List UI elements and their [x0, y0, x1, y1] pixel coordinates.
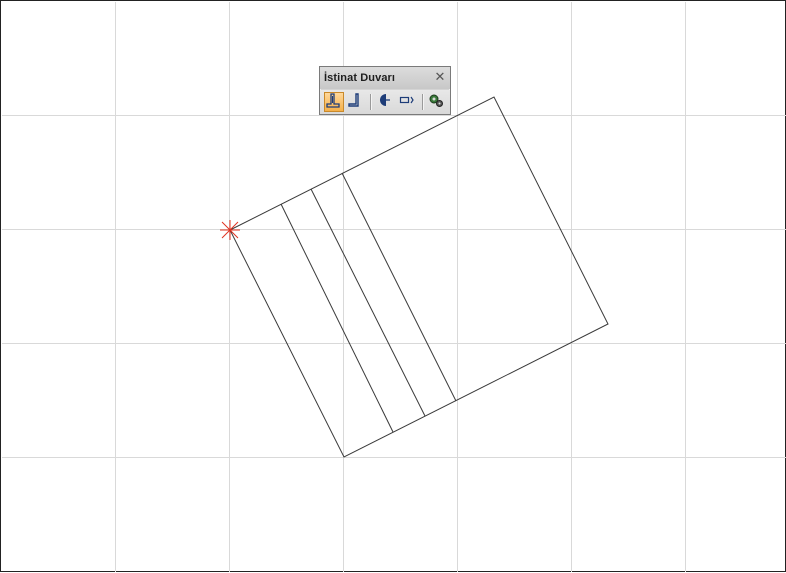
- floating-toolbar-retaining-wall[interactable]: İstinat Duvarı ✕: [319, 66, 451, 115]
- close-icon[interactable]: ✕: [433, 70, 447, 84]
- toolbar-separator: [370, 94, 372, 110]
- retaining-wall-drawing[interactable]: [229, 96, 609, 458]
- wall-extend-icon: [399, 96, 414, 104]
- semicircle-section-button[interactable]: [376, 92, 396, 112]
- toolbar-title: İstinat Duvarı: [324, 72, 396, 84]
- toolbar-separator: [422, 94, 424, 110]
- wall-strip-line-3[interactable]: [341, 172, 457, 402]
- retaining-wall-button[interactable]: [324, 92, 344, 112]
- cursor-snap-marker: [220, 220, 240, 240]
- l-profile-icon: [348, 93, 359, 107]
- toolbar-title-bar[interactable]: İstinat Duvarı ✕: [320, 67, 450, 89]
- retaining-wall-icon: [326, 93, 340, 108]
- semicircle-section-icon: [380, 94, 390, 106]
- settings-button[interactable]: [428, 92, 448, 112]
- wall-extend-button[interactable]: [399, 92, 419, 112]
- drawing-canvas[interactable]: İstinat Duvarı ✕: [0, 0, 786, 572]
- l-profile-button[interactable]: [346, 92, 366, 112]
- toolbar-button-row: [320, 90, 450, 114]
- settings-gears-icon: [429, 94, 443, 107]
